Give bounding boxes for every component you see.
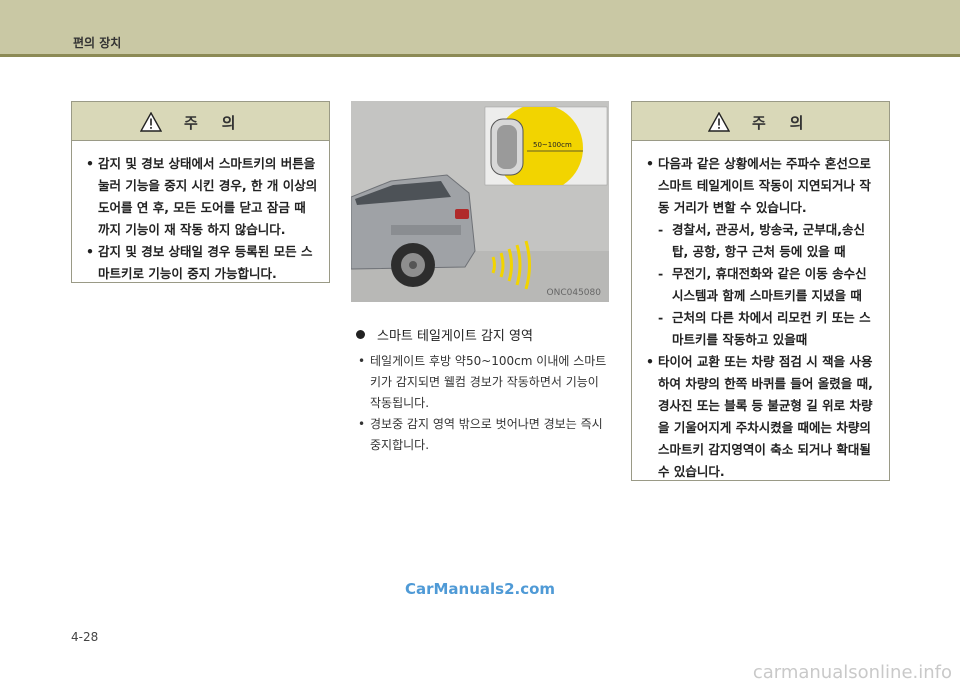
tailgate-detection-figure: 50~100cm ONC045080 <box>351 101 609 302</box>
car-illustration: 50~100cm <box>351 101 609 302</box>
caution-title: 주의 <box>184 114 260 132</box>
caution-title: 주의 <box>752 114 828 132</box>
caution-box-right: 주의 • 다음과 같은 상황에서는 주파수 혼선으로 스마트 테일게이트 작동이 … <box>631 101 890 481</box>
watermark-text: carmanualsonline.info <box>752 662 952 683</box>
list-subitem: - 경찰서, 관공서, 방송국, 군부대,송신탑, 공항, 항구 근처 등에 있을… <box>658 222 866 259</box>
list-subitem: - 무전기, 휴대전화와 같은 이동 송수신 시스템과 함께 스마트키를 지녔을 … <box>658 266 867 303</box>
section-list: • 테일게이트 후방 약50~100cm 이내에 스마트키가 감지되면 웰컴 경보… <box>356 351 612 456</box>
caution-list: • 감지 및 경보 상태에서 스마트키의 버튼을 눌러 기능을 중지 시킨 경우,… <box>72 141 329 291</box>
caution-header: 주의 <box>632 102 889 141</box>
page-number: 4-28 <box>71 630 99 644</box>
list-item: • 감지 및 경보 상태에서 스마트키의 버튼을 눌러 기능을 중지 시킨 경우,… <box>86 156 318 237</box>
page-header <box>0 0 960 56</box>
list-item: • 경보중 감지 영역 밖으로 벗어나면 경보는 즉시 중지합니다. <box>358 417 603 452</box>
caution-list: • 다음과 같은 상황에서는 주파수 혼선으로 스마트 테일게이트 작동이 지연되… <box>632 141 889 489</box>
list-item: • 다음과 같은 상황에서는 주파수 혼선으로 스마트 테일게이트 작동이 지연되… <box>646 156 871 215</box>
bullet-dot-icon <box>356 330 365 339</box>
list-item: • 타이어 교환 또는 차량 점검 시 잭을 사용하여 차량의 한쪽 바퀴를 들어… <box>646 354 873 479</box>
section-title: 편의 장치 <box>73 36 122 50</box>
caution-header: 주의 <box>72 102 329 141</box>
header-divider <box>0 54 960 57</box>
watermark-link[interactable]: CarManuals2.com <box>0 580 960 598</box>
section-heading: 스마트 테일게이트 감지 영역 <box>356 325 533 344</box>
list-item: • 테일게이트 후방 약50~100cm 이내에 스마트키가 감지되면 웰컴 경보… <box>358 354 607 410</box>
caution-box-left: 주의 • 감지 및 경보 상태에서 스마트키의 버튼을 눌러 기능을 중지 시킨 … <box>71 101 330 283</box>
warning-icon <box>708 112 730 132</box>
warning-icon <box>140 112 162 132</box>
range-label: 50~100cm <box>533 141 572 149</box>
figure-code: ONC045080 <box>546 288 601 298</box>
list-item: • 감지 및 경보 상태일 경우 등록된 모든 스마트키로 기능이 중지 가능합니… <box>86 244 313 281</box>
list-subitem: - 근처의 다른 차에서 리모컨 키 또는 스마트키를 작동하고 있을때 <box>658 310 871 347</box>
